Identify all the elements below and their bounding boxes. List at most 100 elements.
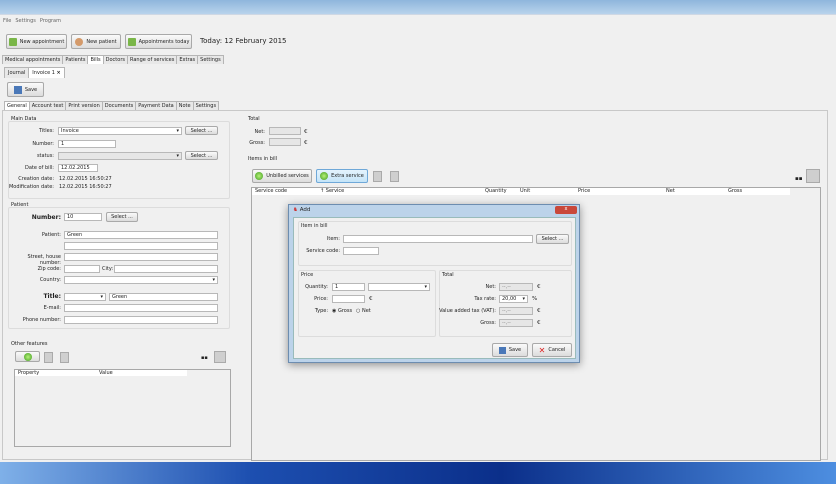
unbilled-services-button[interactable]: Unbilled services	[252, 169, 312, 183]
vat-label: Value added tax (VAT):	[439, 308, 496, 314]
column-property[interactable]: Property	[15, 370, 99, 376]
unit-select[interactable]	[368, 283, 430, 291]
type-net-radio[interactable]: ○ Net	[356, 308, 371, 314]
date-of-bill-label: Date of bill:	[25, 165, 54, 171]
app-window: File Settings Program New appointment Ne…	[0, 14, 836, 462]
country-select[interactable]	[64, 276, 218, 284]
dialog-gross-label: Gross:	[480, 320, 496, 326]
floppy-icon	[498, 346, 506, 354]
dialog-cancel-button[interactable]: ✕ Cancel	[532, 343, 572, 357]
service-code-input[interactable]	[343, 247, 379, 255]
patient-number-input[interactable]: 10	[64, 213, 102, 221]
tab-general[interactable]: General	[4, 101, 30, 110]
tab-account-text[interactable]: Account text	[28, 101, 67, 110]
tab-medical-appointments[interactable]: Medical appointments	[2, 55, 64, 64]
tab-doctors[interactable]: Doctors	[102, 55, 128, 64]
city-label: City:	[102, 266, 114, 272]
new-patient-button[interactable]: New patient	[71, 34, 121, 49]
dialog-gross-value: --,--	[499, 319, 533, 327]
email-input[interactable]	[64, 304, 218, 312]
appointments-today-button[interactable]: Appointments today	[125, 34, 192, 49]
document-tabs: Journal Invoice 1 ×	[4, 67, 65, 78]
tab-patients[interactable]: Patients	[62, 55, 89, 64]
status-label: status:	[36, 153, 54, 159]
label: Gross	[337, 308, 353, 314]
dialog-save-button[interactable]: Save	[492, 343, 528, 357]
creation-date-label: Creation date:	[18, 176, 54, 182]
property-table: Property Value	[14, 369, 231, 447]
quantity-input[interactable]: 1	[332, 283, 365, 291]
tab-extras[interactable]: Extras	[176, 55, 199, 64]
status-select[interactable]	[58, 152, 182, 160]
price-group-title: Price	[301, 272, 314, 278]
column-net[interactable]: Net	[666, 188, 675, 194]
settings-icon[interactable]	[806, 169, 820, 183]
tab-settings[interactable]: Settings	[197, 55, 224, 64]
name-input[interactable]: Green	[109, 293, 218, 301]
dialog-close-button[interactable]: x	[555, 206, 577, 214]
save-button[interactable]: Save	[7, 82, 44, 97]
item-input[interactable]	[343, 235, 533, 243]
tab-bills[interactable]: Bills	[87, 55, 104, 64]
column-value[interactable]: Value	[99, 370, 113, 376]
street-input[interactable]	[64, 253, 218, 261]
menu-file[interactable]: File	[3, 18, 11, 24]
patient-select-button[interactable]: Select ...	[106, 212, 138, 222]
euro-sign: €	[304, 129, 308, 135]
label: Invoice 1	[32, 70, 55, 76]
column-gross[interactable]: Gross	[728, 188, 742, 194]
title-label: Title:	[43, 293, 61, 300]
extra-service-button[interactable]: Extra service	[316, 169, 368, 183]
titles-select[interactable]: Invoice	[58, 127, 182, 135]
tab-settings-inner[interactable]: Settings	[192, 101, 220, 110]
column-service[interactable]: Service	[326, 188, 344, 194]
desktop-background	[0, 462, 836, 484]
item-select-button[interactable]: Select ...	[536, 234, 569, 244]
menu-settings[interactable]: Settings	[15, 18, 36, 24]
total-title: Total	[248, 116, 260, 122]
tab-print-version[interactable]: Print version	[65, 101, 103, 110]
edit-item-icon[interactable]	[390, 171, 399, 182]
type-gross-radio[interactable]: ◉ Gross	[332, 308, 352, 314]
tab-payment-data[interactable]: Payment Data	[135, 101, 177, 110]
column-service-code[interactable]: Service code	[255, 188, 287, 194]
menu-program[interactable]: Program	[40, 18, 61, 24]
number-input[interactable]: 1	[58, 140, 116, 148]
number-label: Number:	[32, 141, 54, 147]
title-select[interactable]	[64, 293, 106, 301]
status-select-button[interactable]: Select ...	[185, 151, 218, 160]
column-price[interactable]: Price	[578, 188, 590, 194]
tab-documents[interactable]: Documents	[101, 101, 137, 110]
date-of-bill-input[interactable]: 12.02.2015	[58, 164, 98, 172]
tab-invoice[interactable]: Invoice 1 ×	[28, 67, 65, 78]
tab-note[interactable]: Note	[175, 101, 194, 110]
price-input[interactable]	[332, 295, 365, 303]
column-quantity[interactable]: Quantity	[485, 188, 507, 194]
label: Unbilled services	[266, 173, 309, 179]
new-appointment-button[interactable]: New appointment	[6, 34, 67, 49]
euro-sign: €	[537, 320, 541, 326]
patient-name2-input[interactable]	[64, 242, 218, 250]
add-dialog: ♞ Add x Item in bill Item: Select ... Se…	[288, 204, 580, 363]
close-tab-icon[interactable]: ×	[57, 70, 61, 76]
quantity-label: Quantity:	[305, 284, 328, 290]
delete-property-icon[interactable]	[60, 352, 69, 363]
tab-range-of-services[interactable]: Range of services	[126, 55, 178, 64]
tab-journal[interactable]: Journal	[4, 67, 30, 78]
delete-item-icon[interactable]	[373, 171, 382, 182]
titles-label: Titles:	[38, 128, 54, 134]
tax-rate-select[interactable]: 20,00	[499, 295, 528, 303]
euro-sign: €	[369, 296, 373, 302]
zip-input[interactable]	[64, 265, 100, 273]
columns-icon[interactable]: ▪▪	[201, 355, 208, 361]
phone-input[interactable]	[64, 316, 218, 324]
column-unit[interactable]: Unit	[520, 188, 530, 194]
city-input[interactable]	[114, 265, 218, 273]
patient-name-input[interactable]: Green	[64, 231, 218, 239]
columns-icon[interactable]: ▪▪	[795, 176, 802, 182]
add-property-button[interactable]	[15, 351, 40, 362]
edit-property-icon[interactable]	[44, 352, 53, 363]
titles-select-button[interactable]: Select ...	[185, 126, 218, 135]
items-title: Items in bill	[248, 156, 278, 162]
settings-icon[interactable]	[214, 351, 226, 363]
